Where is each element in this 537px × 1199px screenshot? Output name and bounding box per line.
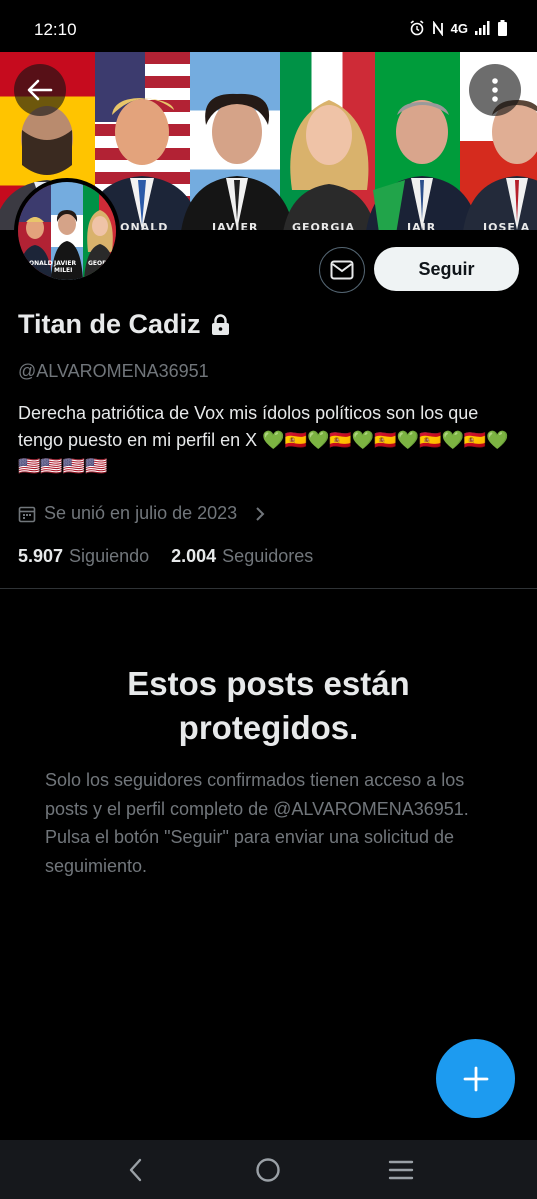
avatar-caption-3: GEORGIA	[88, 260, 119, 267]
recents-icon	[388, 1160, 414, 1179]
banner-caption-5: JOSE A	[483, 221, 531, 230]
status-icons: 4G	[409, 20, 507, 36]
status-time: 12:10	[34, 20, 77, 39]
back-button[interactable]	[14, 64, 66, 116]
following-count: 5.907	[18, 546, 64, 566]
banner-caption-2: JAVIER	[212, 221, 259, 230]
following-label: Siguiendo	[69, 546, 150, 566]
alarm-icon	[410, 20, 424, 36]
followers-count: 2.004	[171, 546, 217, 566]
profile-handle: @ALVAROMENA36951	[18, 361, 209, 381]
profile-name-row: Titan de Cadiz	[18, 309, 230, 340]
battery-icon	[498, 20, 507, 36]
avatar[interactable]: DONALD JAVIER MILEI GEORGIA	[14, 178, 120, 284]
signal-icon	[475, 21, 490, 35]
profile-bio: Derecha patriótica de Vox mis ídolos pol…	[18, 403, 509, 476]
avatar-caption-1: DONALD	[24, 260, 53, 267]
followers-label: Seguidores	[222, 546, 314, 566]
system-home-button[interactable]	[248, 1150, 288, 1190]
protected-title: Estos posts están protegidos.	[127, 665, 410, 746]
nfc-icon	[432, 20, 443, 36]
protected-description: Solo los seguidores confirmados tienen a…	[45, 770, 469, 876]
plus-icon	[463, 1066, 488, 1091]
more-vertical-icon	[492, 78, 498, 102]
network-type: 4G	[450, 20, 468, 36]
banner-caption-4: JAIR	[407, 221, 437, 230]
message-button[interactable]	[319, 247, 365, 293]
chevron-right-icon[interactable]	[253, 506, 267, 522]
back-icon	[129, 1158, 142, 1181]
compose-fab-button[interactable]	[436, 1039, 515, 1118]
joined-text: Se unió en julio de 2023	[44, 503, 238, 523]
banner-caption-3: GEORGIA	[292, 221, 355, 230]
system-back-button[interactable]	[116, 1150, 156, 1190]
calendar-icon	[18, 506, 36, 522]
lock-icon	[211, 313, 229, 335]
arrow-left-icon	[27, 79, 53, 101]
system-navigation-bar	[0, 1140, 537, 1199]
divider	[0, 588, 537, 589]
envelope-icon	[330, 260, 354, 280]
profile-stats: 5.907 Siguiendo 2.004 Seguidores	[18, 546, 313, 567]
following-stat[interactable]: 5.907 Siguiendo	[18, 546, 149, 567]
display-name: Titan de Cadiz	[18, 309, 201, 339]
status-bar: 12:10 4G	[0, 0, 537, 52]
system-recents-button[interactable]	[381, 1150, 421, 1190]
joined-date: Se unió en julio de 2023	[18, 503, 267, 524]
avatar-caption-2: JAVIER MILEI	[54, 260, 77, 274]
follow-button[interactable]: Seguir	[374, 247, 519, 291]
more-options-button[interactable]	[469, 64, 521, 116]
followers-stat[interactable]: 2.004 Seguidores	[171, 546, 313, 567]
home-icon	[256, 1157, 281, 1182]
